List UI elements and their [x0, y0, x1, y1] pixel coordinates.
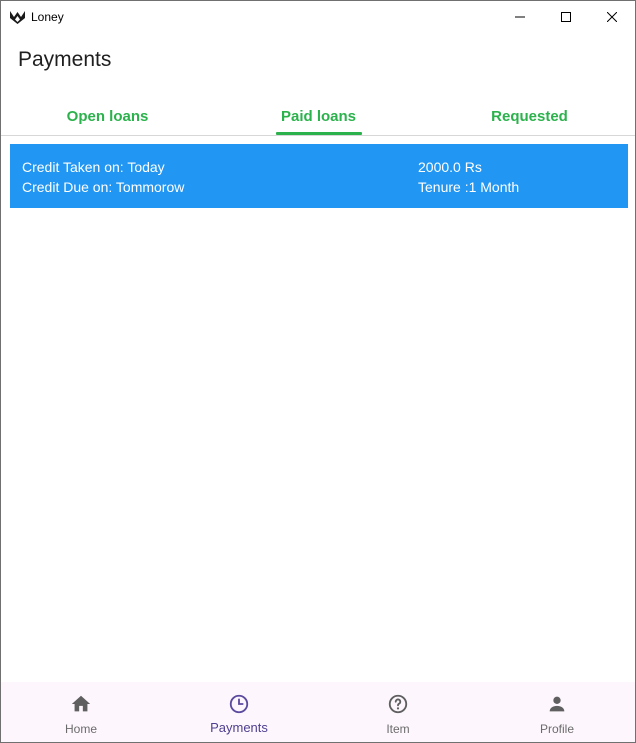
nav-payments-label: Payments [210, 720, 268, 735]
maximize-button[interactable] [543, 1, 589, 32]
tab-paid-loans[interactable]: Paid loans [213, 97, 424, 135]
bottom-navigation: Home Payments Item Profile [1, 682, 635, 742]
nav-home-label: Home [64, 722, 97, 736]
close-button[interactable] [589, 1, 635, 32]
tab-requested[interactable]: Requested [424, 97, 635, 135]
loan-tenure-text: Tenure :1 Month [418, 179, 520, 195]
minimize-icon [515, 16, 525, 17]
title-bar[interactable]: Loney [1, 1, 635, 32]
tab-indicator [276, 132, 362, 135]
nav-item[interactable]: Item [319, 682, 477, 742]
loney-logo-icon [10, 11, 25, 24]
app-window: Loney Payments Open loans Paid loans Req… [0, 0, 636, 743]
minimize-button[interactable] [497, 1, 543, 32]
nav-profile-label: Profile [539, 722, 574, 736]
page-title: Payments [18, 48, 112, 71]
credit-taken-text: Credit Taken on: Today [22, 159, 165, 175]
credit-due-text: Credit Due on: Tommorow [22, 179, 185, 195]
loan-amount-text: 2000.0 Rs [418, 159, 482, 175]
person-icon [549, 696, 565, 712]
tab-open-loans[interactable]: Open loans [2, 97, 213, 135]
nav-item-label: Item [386, 722, 410, 736]
help-circle-icon [388, 694, 408, 714]
nav-home[interactable]: Home [2, 682, 160, 742]
nav-profile[interactable]: Profile [478, 682, 636, 742]
window-title: Loney [31, 10, 64, 24]
nav-payments[interactable]: Payments [160, 682, 318, 742]
home-icon [71, 695, 91, 712]
loan-tabs: Open loans Paid loans Requested [1, 97, 635, 136]
close-icon [607, 11, 617, 22]
loan-card[interactable]: Credit Taken on: Today Credit Due on: To… [10, 144, 628, 208]
clock-icon [229, 694, 249, 714]
maximize-icon [561, 11, 571, 22]
